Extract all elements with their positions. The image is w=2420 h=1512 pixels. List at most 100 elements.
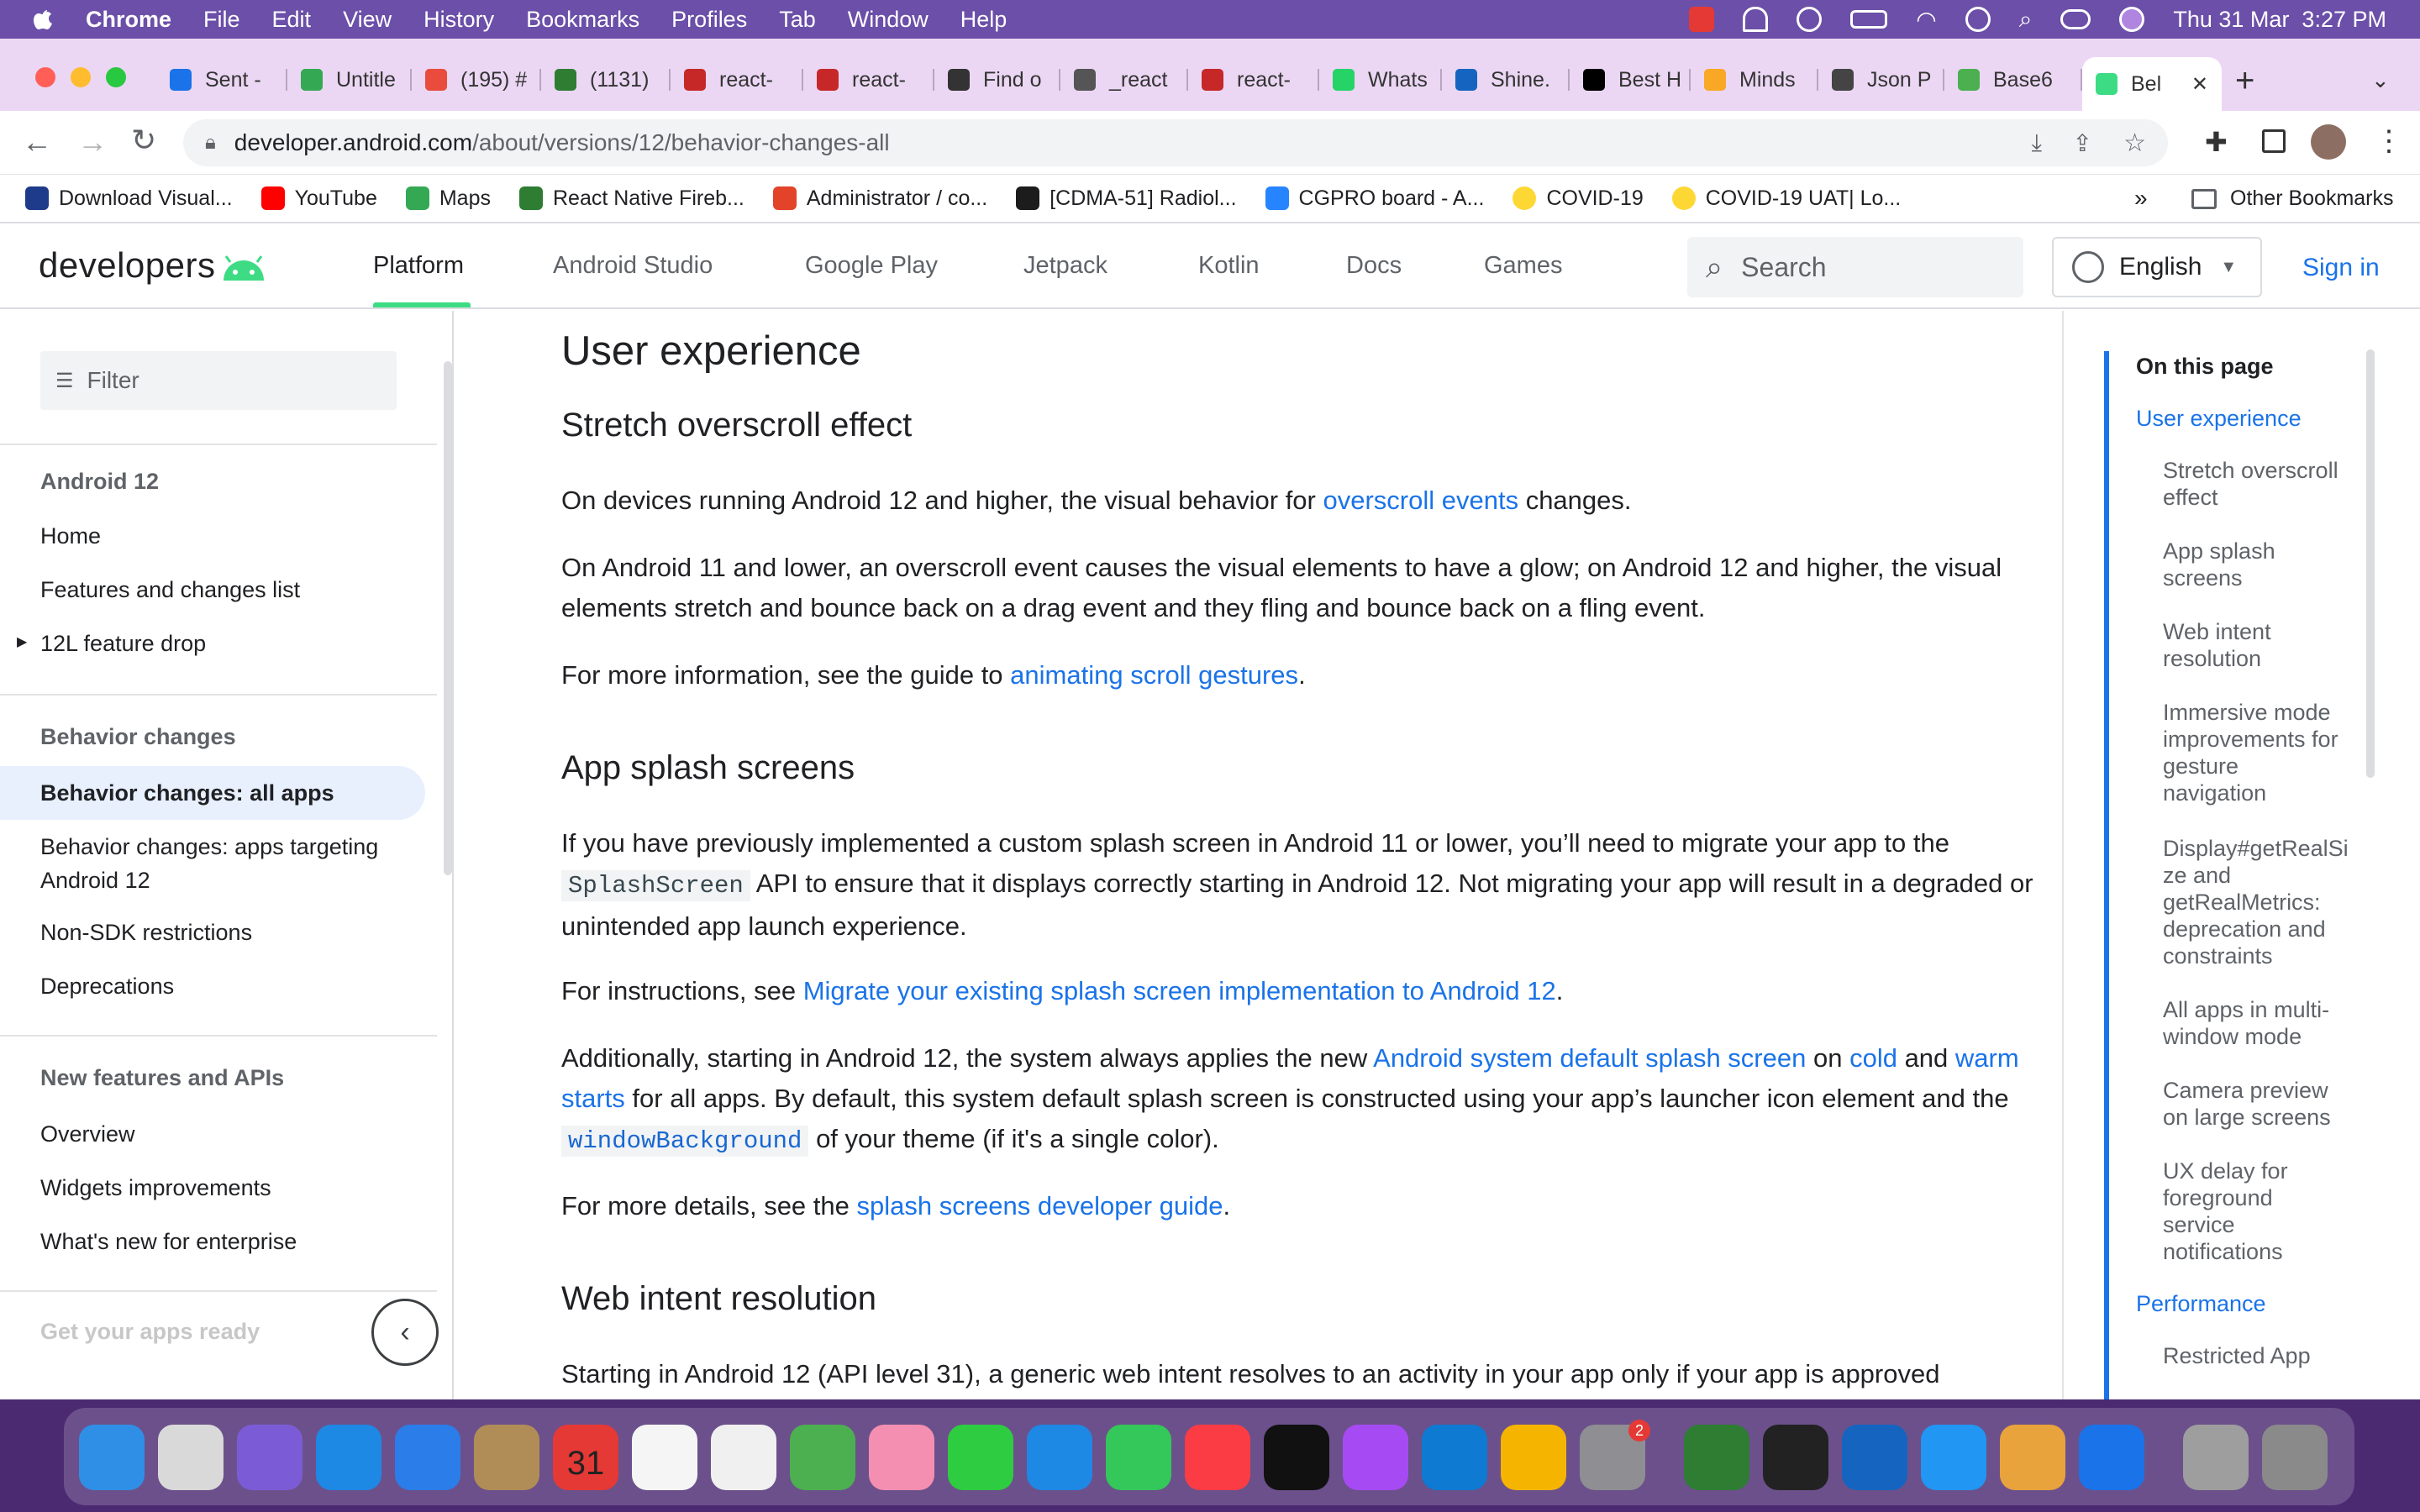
tab-14[interactable]: Base6 [1944, 59, 2082, 101]
tab-9[interactable]: Whats [1319, 59, 1442, 101]
toc-item-3-line[interactable]: Immersive mode [2163, 699, 2331, 726]
dock-app-icon[interactable] [395, 1425, 460, 1490]
tab-6[interactable]: Find o [934, 59, 1060, 101]
bookmark-7[interactable]: COVID-19 [1512, 186, 1644, 211]
bookmark-3[interactable]: React Native Fireb... [519, 186, 744, 211]
link-migrate-splash[interactable]: Migrate your existing splash screen impl… [803, 976, 1556, 1005]
headphones-icon[interactable] [1743, 7, 1769, 32]
menu-tab[interactable]: Tab [779, 7, 816, 33]
minimize-window-button[interactable] [71, 67, 91, 87]
menu-window[interactable]: Window [848, 7, 929, 33]
install-icon[interactable]: ⤓ [2032, 129, 2042, 157]
nav-kotlin[interactable]: Kotlin [1198, 252, 1260, 280]
menu-view[interactable]: View [343, 7, 392, 33]
toc-item-1-line[interactable]: screens [2163, 564, 2243, 591]
toc-scrollbar[interactable] [2366, 349, 2375, 778]
dock-app-icon[interactable] [1185, 1425, 1250, 1490]
nav-android-studio[interactable]: Android Studio [553, 252, 713, 280]
dock-app-icon[interactable] [1684, 1425, 1749, 1490]
dock-app-icon[interactable] [948, 1425, 1013, 1490]
nav-widgets[interactable]: Widgets improvements [40, 1171, 271, 1205]
nav-platform[interactable]: Platform [373, 252, 464, 280]
toc-item-0-line[interactable]: effect [2163, 484, 2218, 511]
back-arrow-icon[interactable]: ← [22, 124, 52, 160]
play-icon[interactable] [1797, 7, 1823, 32]
dock-app-icon[interactable] [79, 1425, 145, 1490]
new-tab-button[interactable]: + [2235, 62, 2254, 100]
toc-item-4-line[interactable]: getRealMetrics: [2163, 889, 2321, 916]
link-cold[interactable]: cold [1849, 1043, 1897, 1073]
dock-app-icon[interactable] [632, 1425, 697, 1490]
dock-app-icon[interactable] [869, 1425, 934, 1490]
filter-input[interactable]: ☰ Filter [40, 351, 397, 410]
tab-8[interactable]: react- [1188, 59, 1319, 101]
share-icon[interactable]: ⇪ [2073, 129, 2092, 157]
nav-deprecations[interactable]: Deprecations [40, 969, 174, 1003]
toc-item-7-line[interactable]: notifications [2163, 1238, 2283, 1265]
toc-item-3-line[interactable]: improvements for [2163, 726, 2338, 753]
menu-file[interactable]: File [203, 7, 240, 33]
apple-icon[interactable] [30, 7, 55, 32]
tab-0[interactable]: Sent - [156, 59, 287, 101]
dock-app-icon[interactable] [237, 1425, 302, 1490]
toc-item-5-line[interactable]: window mode [2163, 1023, 2302, 1050]
tab-13[interactable]: Json P [1818, 59, 1944, 101]
dock-app-icon[interactable] [2000, 1425, 2065, 1490]
tab-5[interactable]: react- [803, 59, 934, 101]
dock-app-icon[interactable] [711, 1425, 776, 1490]
link-default-splash[interactable]: Android system default splash screen [1373, 1043, 1806, 1073]
toc-item-5-line[interactable]: All apps in multi- [2163, 996, 2329, 1023]
nav-behavior-all-apps[interactable]: Behavior changes: all apps [40, 776, 334, 810]
left-nav-scrollbar[interactable] [444, 361, 452, 875]
toc-item-7-line[interactable]: UX delay for [2163, 1158, 2288, 1184]
other-bookmarks[interactable]: Other Bookmarks [2230, 186, 2394, 211]
dock-app-icon[interactable] [1106, 1425, 1171, 1490]
nav-overview[interactable]: Overview [40, 1117, 135, 1151]
toc-item-2-line[interactable]: Web intent [2163, 618, 2271, 645]
toc-item-4-line[interactable]: ze and [2163, 862, 2231, 889]
tab-4[interactable]: react- [671, 59, 803, 101]
toc-item-7-line[interactable]: service [2163, 1211, 2235, 1238]
toc-item-6-line[interactable]: Camera preview [2163, 1077, 2328, 1104]
link-animating-scroll[interactable]: animating scroll gestures [1010, 660, 1298, 690]
side-panel-icon[interactable] [2262, 129, 2286, 153]
toc-item-4-line[interactable]: constraints [2163, 942, 2273, 969]
nav-home[interactable]: Home [40, 519, 101, 553]
dock-app-icon[interactable] [790, 1425, 855, 1490]
dock-app-icon[interactable]: 2 [1580, 1420, 1650, 1490]
reload-icon[interactable]: ↻ [131, 123, 156, 158]
menu-app-name[interactable]: Chrome [86, 7, 171, 33]
close-window-button[interactable] [35, 67, 55, 87]
dock-app-icon[interactable] [2183, 1425, 2249, 1490]
sign-in-link[interactable]: Sign in [2302, 254, 2380, 282]
menu-datetime[interactable]: Thu 31 Mar 3:27 PM [2173, 7, 2386, 33]
link-splash-guide[interactable]: splash screens developer guide [857, 1191, 1223, 1221]
siri-icon[interactable] [2119, 7, 2145, 32]
bookmark-2[interactable]: Maps [405, 186, 491, 211]
bookmark-6[interactable]: CGPRO board - A... [1265, 186, 1484, 211]
bookmark-1[interactable]: YouTube [260, 186, 377, 211]
menu-help[interactable]: Help [960, 7, 1007, 33]
extensions-puzzle-icon[interactable]: ✚ [2205, 126, 2228, 158]
nav-games[interactable]: Games [1484, 252, 1562, 280]
bookmarks-overflow-chevron[interactable]: » [2134, 185, 2148, 212]
dock-app-icon[interactable] [1264, 1425, 1329, 1490]
dock-app-icon[interactable]: MAR 31 [553, 1425, 618, 1490]
toc-item-4-line[interactable]: deprecation and [2163, 916, 2326, 942]
address-bar[interactable]: 🔒︎ developer.android.com/about/versions/… [183, 119, 2168, 166]
wifi-icon[interactable]: ◠ [1916, 6, 1936, 34]
dock-app-icon[interactable] [1842, 1425, 1907, 1490]
toc-user-experience[interactable]: User experience [2136, 405, 2302, 432]
toc-restricted-app[interactable]: Restricted App [2163, 1342, 2311, 1369]
tab-3[interactable]: (1131) [541, 59, 671, 101]
link-overscroll-events[interactable]: overscroll events [1323, 486, 1518, 515]
dock-app-icon[interactable] [1027, 1425, 1092, 1490]
forward-arrow-icon[interactable]: → [77, 124, 108, 160]
nav-features-list[interactable]: Features and changes list [40, 573, 300, 606]
tab-2[interactable]: (195) # [412, 59, 541, 101]
dock-app-icon[interactable] [316, 1425, 381, 1490]
status-app-icon[interactable] [1689, 7, 1715, 32]
dock-app-icon[interactable] [158, 1425, 224, 1490]
toc-item-0-line[interactable]: Stretch overscroll [2163, 457, 2338, 484]
nav-non-sdk[interactable]: Non-SDK restrictions [40, 916, 252, 949]
